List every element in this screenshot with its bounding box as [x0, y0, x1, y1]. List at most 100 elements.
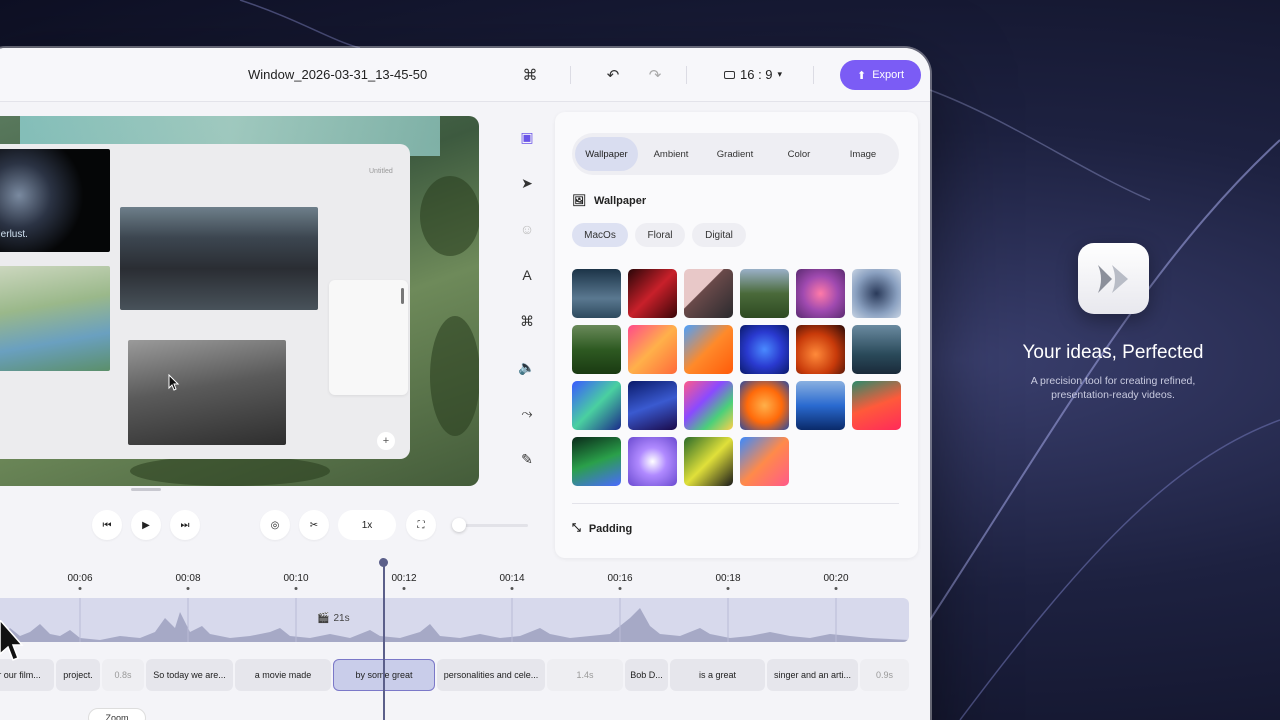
- wallpaper-thumb[interactable]: [740, 325, 789, 374]
- wallpaper-thumb[interactable]: [628, 269, 677, 318]
- wallpaper-thumb[interactable]: [740, 381, 789, 430]
- zoom-slider-track[interactable]: [458, 524, 528, 527]
- photo-car[interactable]: [120, 207, 318, 310]
- chip-digital[interactable]: Digital: [692, 223, 746, 247]
- wallpaper-thumb[interactable]: [572, 437, 621, 486]
- cursor-icon: [168, 374, 180, 391]
- undo-icon[interactable]: ↶: [602, 64, 624, 86]
- cut-button[interactable]: ✂: [299, 510, 329, 540]
- video-preview[interactable]: Untitled onderlust. +: [0, 116, 479, 486]
- command-icon[interactable]: ⌘: [516, 310, 538, 332]
- wallpaper-thumb[interactable]: [684, 381, 733, 430]
- caption-segment[interactable]: project.: [56, 659, 100, 691]
- caption-segment[interactable]: So today we are...: [146, 659, 233, 691]
- caption-segment[interactable]: personalities and cele...: [437, 659, 545, 691]
- video-track[interactable]: [0, 598, 909, 642]
- caption-gap[interactable]: 0.8s: [102, 659, 144, 691]
- playhead[interactable]: [383, 564, 385, 720]
- speed-button[interactable]: 1x: [338, 510, 396, 540]
- wallpaper-title: Wallpaper: [593, 194, 647, 207]
- background-panel: Wallpaper Ambient Gradient Color Image 🖼…: [555, 112, 918, 558]
- aspect-ratio-select[interactable]: 16 : 9 ▾: [724, 67, 782, 82]
- preview-resize-handle[interactable]: [131, 488, 161, 491]
- wallpaper-thumb[interactable]: [740, 437, 789, 486]
- scrollbar[interactable]: [401, 288, 404, 304]
- caption-gap[interactable]: 1.4s: [547, 659, 623, 691]
- photo-black-white[interactable]: [128, 340, 286, 445]
- path-icon[interactable]: ⤳: [516, 402, 538, 424]
- fullscreen-icon: ⛶: [417, 519, 425, 531]
- tab-gradient[interactable]: Gradient: [703, 137, 767, 171]
- export-button[interactable]: ⬆ Export: [840, 60, 921, 90]
- skip-forward-icon: ⏭: [180, 519, 190, 531]
- webcam-button[interactable]: ◎: [260, 510, 290, 540]
- skip-forward-button[interactable]: ⏭: [170, 510, 200, 540]
- wallpaper-thumb[interactable]: [628, 381, 677, 430]
- apple-caption: onderlust.: [0, 229, 28, 240]
- wallpaper-thumb[interactable]: [796, 325, 845, 374]
- tab-ambient[interactable]: Ambient: [639, 137, 703, 171]
- photo-apple[interactable]: onderlust.: [0, 149, 110, 252]
- wallpaper-thumb[interactable]: [684, 269, 733, 318]
- toolbar-divider: [570, 66, 571, 84]
- chip-macos[interactable]: MacOs: [572, 223, 628, 247]
- clapper-icon: 🎬: [317, 613, 330, 624]
- untitled-label: Untitled: [369, 168, 393, 175]
- wallpaper-thumb[interactable]: [796, 269, 845, 318]
- tab-color[interactable]: Color: [767, 137, 831, 171]
- fullscreen-button[interactable]: ⛶: [406, 510, 436, 540]
- caption-segment[interactable]: Bob D...: [625, 659, 668, 691]
- annotate-icon[interactable]: ✎: [516, 448, 538, 470]
- wallpaper-thumb[interactable]: [572, 269, 621, 318]
- wallpaper-thumb[interactable]: [572, 381, 621, 430]
- caption-segment[interactable]: singer and an arti...: [767, 659, 858, 691]
- play-button[interactable]: ▶: [131, 510, 161, 540]
- foliage: [430, 316, 479, 436]
- wallpaper-thumb[interactable]: [796, 381, 845, 430]
- volume-icon[interactable]: 🔈: [516, 356, 538, 378]
- skip-back-icon: ⏮: [102, 519, 112, 531]
- wallpaper-thumb[interactable]: [628, 437, 677, 486]
- padding-section-title[interactable]: ⤡ Padding: [572, 522, 632, 535]
- command-icon[interactable]: ⌘: [519, 64, 541, 86]
- time-tick: 00:20: [823, 573, 849, 584]
- wallpaper-thumb[interactable]: [852, 325, 901, 374]
- wallpaper-thumb[interactable]: [852, 269, 901, 318]
- tab-wallpaper[interactable]: Wallpaper: [575, 137, 638, 171]
- crop-icon[interactable]: ▣: [516, 126, 538, 148]
- chevrons-logo-icon: [1097, 264, 1128, 293]
- wallpaper-thumb[interactable]: [572, 325, 621, 374]
- canvas-card[interactable]: Untitled onderlust. +: [0, 144, 410, 459]
- redo-icon[interactable]: ↷: [644, 64, 666, 86]
- cursor-icon[interactable]: ➤: [516, 172, 538, 194]
- time-tick: 00:06: [67, 573, 93, 584]
- smiley-icon[interactable]: ☺: [516, 218, 538, 240]
- skip-back-button[interactable]: ⏮: [92, 510, 122, 540]
- wallpaper-thumb[interactable]: [684, 437, 733, 486]
- tab-image[interactable]: Image: [831, 137, 895, 171]
- caption-segment[interactable]: is a great: [670, 659, 765, 691]
- text-icon[interactable]: A: [516, 264, 538, 286]
- canvas-side-panel: [329, 280, 408, 395]
- tick-marker: [294, 587, 298, 590]
- caption-segment[interactable]: a movie made: [235, 659, 331, 691]
- wallpaper-thumb[interactable]: [628, 325, 677, 374]
- caption-gap[interactable]: 0.9s: [860, 659, 909, 691]
- resize-icon: ⤡: [572, 522, 581, 534]
- playhead-handle[interactable]: [379, 558, 388, 567]
- add-button[interactable]: +: [377, 432, 395, 450]
- wallpaper-thumb[interactable]: [852, 381, 901, 430]
- tick-marker: [186, 587, 190, 590]
- time-tick: 00:16: [607, 573, 633, 584]
- tick-marker: [510, 587, 514, 590]
- zoom-button[interactable]: Zoom: [88, 708, 146, 720]
- audio-waveform: [0, 598, 909, 642]
- zoom-slider-knob[interactable]: [452, 518, 466, 532]
- aspect-ratio-label: 16 : 9: [740, 67, 773, 82]
- photo-portrait[interactable]: [0, 266, 110, 371]
- image-icon: 🖼: [572, 195, 586, 207]
- chip-floral[interactable]: Floral: [635, 223, 685, 247]
- wallpaper-thumb[interactable]: [740, 269, 789, 318]
- tick-marker: [402, 587, 406, 590]
- wallpaper-thumb[interactable]: [684, 325, 733, 374]
